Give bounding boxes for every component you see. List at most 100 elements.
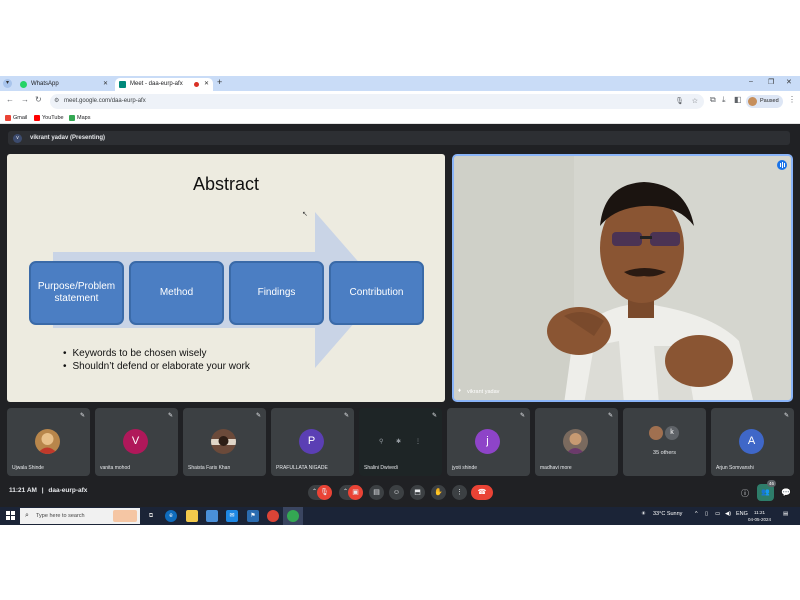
avatar (211, 429, 236, 454)
browser-toolbar: ← → ↻ ⚙ meet.google.com/daa-eurp-afx 🎙 ☆… (0, 91, 800, 112)
participant-tile-others[interactable]: k 35 others (623, 408, 706, 476)
tab-search-button[interactable]: ▾ (3, 79, 12, 88)
notifications-icon[interactable]: ▤ (783, 511, 788, 517)
raise-hand-button[interactable]: ✋ (431, 485, 446, 500)
bookmark-maps[interactable]: Maps (69, 113, 90, 123)
avatar (35, 429, 60, 454)
mute-participant-icon[interactable]: ✱ (396, 438, 401, 445)
microphone-icon[interactable]: 🎙 (675, 94, 684, 109)
back-icon[interactable]: ← (6, 95, 14, 104)
search-placeholder: Type here to search (36, 513, 85, 519)
participant-tile[interactable]: ✎ A Arjun Somvanshi (711, 408, 794, 476)
network-icon[interactable]: ▯ (705, 511, 708, 517)
more-options-button[interactable]: ⋮ (452, 485, 467, 500)
clock-time: 11:21 (754, 510, 765, 515)
tab-meet[interactable]: Meet - daa-eurp-afx ✕ (115, 78, 213, 91)
avatar: V (123, 429, 148, 454)
screen: ▾ WhatsApp ✕ Meet - daa-eurp-afx ✕ + – ❐… (0, 76, 800, 525)
chrome-icon[interactable] (267, 510, 279, 522)
meeting-details-icon[interactable]: ⓘ (741, 488, 749, 499)
participant-name: Ujwala Shinde (12, 465, 44, 471)
language-indicator[interactable]: ENG (736, 511, 748, 517)
muted-mic-icon: ✎ (167, 413, 173, 419)
captions-button[interactable]: ▤ (369, 485, 384, 500)
minimize-icon[interactable]: – (749, 78, 753, 85)
reload-icon[interactable]: ↻ (35, 95, 42, 104)
presenter-video-tile[interactable]: ♦ vikrant yadav (452, 154, 793, 402)
store-icon[interactable] (206, 510, 218, 522)
address-bar[interactable]: ⚙ meet.google.com/daa-eurp-afx 🎙 ☆ (50, 94, 704, 109)
menu-icon[interactable]: ⋮ (788, 95, 796, 104)
profile-button[interactable]: Paused (746, 95, 783, 108)
site-info-icon[interactable]: ⚙ (54, 94, 59, 109)
clock-date: 04-05-2024 (748, 517, 772, 522)
restore-icon[interactable]: ❐ (768, 78, 774, 86)
display-icon[interactable]: ▭ (715, 511, 720, 517)
side-panel-icon[interactable]: ◧ (734, 95, 742, 104)
shared-slide: Abstract Purpose/Problem statement Metho… (7, 154, 445, 402)
leave-call-button[interactable]: ☎ (471, 485, 493, 500)
participant-name: jyoti shinde (452, 465, 478, 471)
volume-icon[interactable]: ◀) (725, 511, 731, 517)
forward-icon[interactable]: → (21, 95, 29, 104)
emoji-reaction-button[interactable]: ☺ (389, 485, 404, 500)
participant-tile[interactable]: ✎ j jyoti shinde (447, 408, 530, 476)
slide-bullet: Shouldn’t defend or elaborate your work (63, 360, 250, 373)
mic-off-button[interactable]: 🎙 (317, 485, 332, 500)
tab-whatsapp[interactable]: WhatsApp ✕ (16, 78, 112, 91)
participant-tile[interactable]: ✎ V vanita mohod (95, 408, 178, 476)
participant-tile[interactable]: ✎ P PRAFULLATA NIGADE (271, 408, 354, 476)
bookmark-label: Gmail (13, 115, 28, 121)
file-explorer-icon[interactable] (186, 510, 198, 522)
slide-bullet: Keywords to be chosen wisely (63, 347, 250, 360)
windows-start-icon[interactable] (6, 511, 16, 521)
muted-mic-icon: ✎ (783, 413, 789, 419)
bookmark-label: Maps (77, 115, 91, 121)
participant-name: Arjun Somvanshi (716, 465, 754, 471)
browser-tab-strip: ▾ WhatsApp ✕ Meet - daa-eurp-afx ✕ + – ❐… (0, 76, 800, 91)
presenting-chip[interactable]: v vikrant yadav (Presenting) (8, 131, 790, 145)
close-tab-icon[interactable]: ✕ (103, 78, 108, 91)
muted-mic-icon: ✎ (431, 413, 437, 419)
speaking-indicator-icon (777, 160, 787, 170)
system-clock[interactable]: 11:21 04-05-2024 (748, 509, 771, 523)
participant-name: vanita mohod (100, 465, 131, 471)
video-name: vikrant yadav (467, 389, 500, 395)
bookmark-label: YouTube (42, 115, 64, 121)
edge-icon[interactable]: e (165, 510, 177, 522)
mouse-cursor-icon: ↖ (302, 211, 308, 218)
youtube-icon (34, 115, 40, 121)
slide-box-findings: Findings (229, 261, 324, 325)
bookmark-star-icon[interactable]: ☆ (692, 94, 698, 109)
participant-tile[interactable]: ✎ Ujwala Shinde (7, 408, 90, 476)
presenter-video (454, 156, 791, 400)
pin-icon[interactable]: ⚲ (379, 438, 383, 445)
participant-tile[interactable]: ✎ Shaista Faris Khan (183, 408, 266, 476)
app-icon[interactable]: ⚑ (247, 510, 259, 522)
camera-off-button[interactable]: ▣ (348, 485, 363, 500)
tray-chevron-icon[interactable]: ^ (695, 511, 698, 517)
bookmarks-bar: Gmail YouTube Maps (0, 112, 800, 124)
whatsapp-icon (20, 81, 27, 88)
muted-mic-icon: ✎ (343, 413, 349, 419)
downloads-icon[interactable]: ⤓ (722, 95, 726, 105)
participant-tile[interactable]: ✎ ⚲ ✱ ⋮ Shalini Dwivedi (359, 408, 442, 476)
more-options-icon[interactable]: ⋮ (415, 438, 421, 445)
participant-tile[interactable]: ✎ madhavi more (535, 408, 618, 476)
new-tab-button[interactable]: + (217, 77, 222, 87)
weather-icon: ☀ (641, 511, 646, 517)
weather-text[interactable]: 33°C Sunny (653, 511, 682, 517)
mail-icon[interactable]: ✉ (226, 510, 238, 522)
extensions-icon[interactable]: ⧉ (710, 95, 716, 105)
chrome-icon[interactable] (287, 510, 299, 522)
chat-icon[interactable]: 💬 (781, 488, 791, 497)
bookmark-youtube[interactable]: YouTube (34, 113, 64, 123)
bookmark-gmail[interactable]: Gmail (5, 113, 27, 123)
taskbar-search-box[interactable]: ⌕ Type here to search (20, 508, 140, 524)
task-view-icon[interactable]: ⧉ (145, 510, 157, 522)
close-tab-icon[interactable]: ✕ (204, 78, 209, 91)
muted-mic-icon: ✎ (79, 413, 85, 419)
close-window-icon[interactable]: ✕ (786, 78, 792, 86)
present-screen-button[interactable]: ⬒ (410, 485, 425, 500)
presenting-label: vikrant yadav (Presenting) (30, 135, 106, 141)
